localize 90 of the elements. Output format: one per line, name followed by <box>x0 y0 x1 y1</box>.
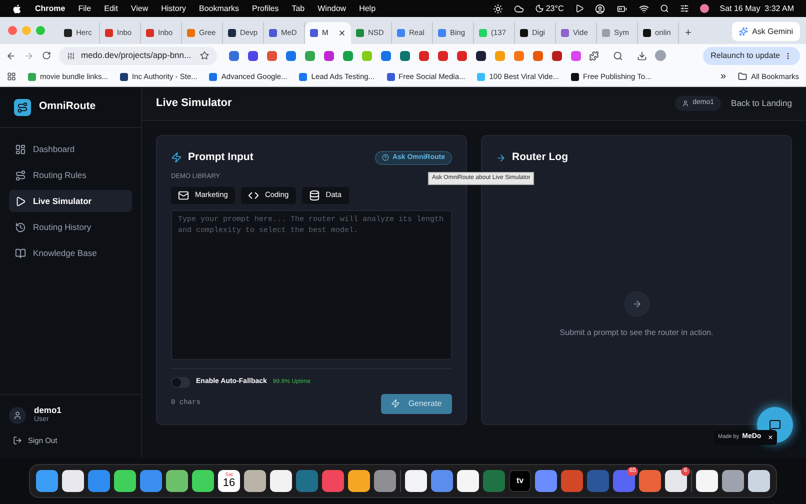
fallback-toggle[interactable] <box>171 376 190 388</box>
site-info-icon[interactable] <box>67 52 75 60</box>
dashboard-icon <box>15 144 26 154</box>
lightning-icon <box>391 399 400 408</box>
app-icon[interactable] <box>166 470 188 492</box>
new-tab-button[interactable]: + <box>679 22 698 44</box>
app-icon[interactable] <box>270 470 292 492</box>
tv-app-label: tv <box>516 475 524 487</box>
history-icon <box>15 222 26 232</box>
user-icon <box>13 410 22 420</box>
app-icon[interactable] <box>748 470 770 492</box>
back-icon[interactable] <box>6 50 16 60</box>
close-badge-button[interactable]: × <box>768 432 773 444</box>
route-icon <box>17 102 28 112</box>
menu-item[interactable]: File <box>78 2 92 14</box>
search-icon[interactable] <box>660 4 669 13</box>
app-icon[interactable] <box>244 470 266 492</box>
app-icon[interactable] <box>405 470 427 492</box>
sidebar-item[interactable]: Live Simulator <box>9 190 132 212</box>
app-icon[interactable] <box>36 470 58 492</box>
calendar-date: 16 <box>222 478 236 489</box>
menu-item[interactable]: View <box>130 2 148 14</box>
card-title: Prompt Input <box>188 150 254 165</box>
download-icon[interactable] <box>637 50 647 60</box>
menu-item[interactable]: Window <box>318 2 346 14</box>
app-icon[interactable] <box>114 470 136 492</box>
close-tab-icon[interactable] <box>338 29 346 37</box>
bookmark-star-icon[interactable] <box>200 51 209 60</box>
battery-icon[interactable] <box>616 4 628 14</box>
ask-gemini-button[interactable]: Ask Gemini <box>732 22 800 41</box>
user-name: demo1 <box>34 405 62 416</box>
app-icon[interactable] <box>348 470 370 492</box>
book-icon <box>15 248 26 258</box>
route-icon <box>15 170 26 180</box>
menu-item[interactable]: History <box>161 2 186 14</box>
lightning-icon <box>171 152 182 164</box>
play-icon[interactable] <box>574 4 584 13</box>
extension-icon[interactable] <box>476 50 486 60</box>
extension-icon[interactable] <box>552 50 562 60</box>
database-icon <box>308 190 320 200</box>
mail-icon <box>178 190 189 200</box>
user-icon[interactable] <box>594 4 605 14</box>
moon-icon[interactable] <box>534 4 544 13</box>
sidebar-item[interactable]: Routing History <box>9 216 132 238</box>
card-title: Router Log <box>512 150 568 165</box>
user-icon <box>682 100 689 107</box>
reload-icon[interactable] <box>42 51 51 60</box>
arrow-icon <box>632 298 642 309</box>
sidebar-item[interactable]: Dashboard <box>9 138 132 160</box>
extension-icon[interactable] <box>248 50 258 60</box>
apps-icon[interactable] <box>7 72 16 81</box>
sidebar-item[interactable]: Routing Rules <box>9 164 132 186</box>
menu-item[interactable]: Profiles <box>252 2 279 14</box>
page-title: Live Simulator <box>156 96 232 112</box>
help-icon <box>382 154 390 162</box>
menu-item[interactable]: Edit <box>104 2 118 14</box>
app-icon[interactable] <box>62 470 84 492</box>
brightness-icon[interactable] <box>492 4 503 14</box>
apple-icon[interactable] <box>12 4 22 14</box>
menu-clock[interactable]: Sat 16 May 3:32 AM <box>720 2 794 14</box>
menu-app-name[interactable]: Chrome <box>35 2 66 14</box>
extensions-icon[interactable] <box>589 50 599 60</box>
app-icon[interactable] <box>722 470 744 492</box>
siri-icon[interactable] <box>700 4 709 13</box>
brand-name: OmniRoute <box>39 99 96 114</box>
app-icon[interactable] <box>192 470 214 492</box>
url-text: medo.dev/projects/app-bnn... <box>81 49 192 62</box>
menu-item[interactable]: Help <box>359 2 376 14</box>
arrow-icon <box>496 152 506 163</box>
wifi-icon[interactable] <box>638 4 649 14</box>
play-icon <box>15 196 26 206</box>
menu-item[interactable]: Tab <box>292 2 305 14</box>
tv-app-icon[interactable]: tv <box>509 470 531 492</box>
search-tab-icon[interactable] <box>613 50 623 60</box>
folder-icon <box>738 72 748 81</box>
code-icon <box>248 190 259 200</box>
logout-icon <box>13 436 22 445</box>
control-center-icon[interactable] <box>680 4 689 13</box>
app-icon[interactable] <box>696 470 718 492</box>
cloud-icon[interactable] <box>514 4 524 14</box>
sidebar-item[interactable]: Knowledge Base <box>9 242 132 264</box>
address-bar[interactable]: medo.dev/projects/app-bnn... <box>59 46 217 64</box>
menu-item[interactable]: Bookmarks <box>199 2 240 14</box>
app-icon[interactable] <box>457 470 479 492</box>
relaunch-button[interactable]: Relaunch to update <box>702 46 800 64</box>
more-bookmarks-button[interactable]: » <box>720 69 726 84</box>
temperature[interactable]: 23°C <box>546 2 564 14</box>
empty-state-text: Submit a prompt to see the router in action. <box>560 326 714 339</box>
sparkle-icon <box>739 27 748 36</box>
back-to-landing-link[interactable]: Back to Landing <box>731 97 792 110</box>
